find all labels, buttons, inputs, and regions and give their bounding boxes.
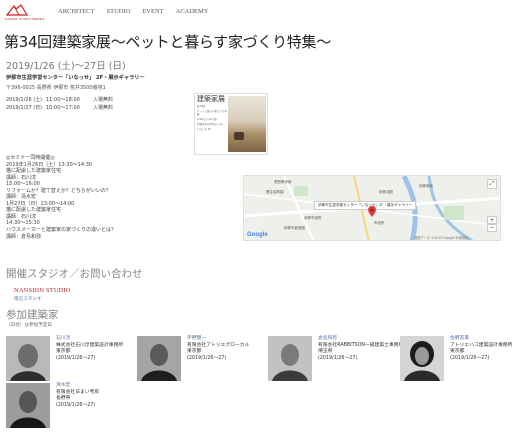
studio-sub-link[interactable]: 南信スタジオ (14, 296, 42, 302)
map-place: 伊那市創造館 (284, 226, 305, 230)
architect-photo[interactable] (400, 336, 444, 381)
map-place: 市役所 (374, 221, 385, 225)
map-place: 伊那市役所 (304, 216, 322, 220)
zoom-in-icon[interactable]: + (487, 216, 497, 224)
architect-dates: (2019/1/26〜27) (187, 355, 227, 361)
hours-fee: 入場無料 (93, 97, 114, 103)
zoom-out-icon[interactable]: − (487, 224, 497, 232)
nav-event[interactable]: EVENT (142, 8, 163, 15)
nav-studio[interactable]: STUDIO (106, 8, 130, 15)
hours-row: 2019/1/26 (土) 11:00〜18:00 入場無料 (6, 96, 113, 104)
event-flyer-image[interactable]: 建築家展 第34回 ペットと暮らす家づくり特集 1/26(土)〜27(日) 伊那… (194, 93, 268, 155)
hours-fee: 入場無料 (93, 105, 114, 111)
seminar-line: 講師：倉島和弥 (6, 233, 42, 240)
architect-dates: (2019/1/26〜27) (56, 402, 96, 408)
architect-info: 清水宏 有限会社日まい考房 長野県 (2019/1/26〜27) (56, 383, 99, 428)
architect-card[interactable]: 石川淳 株式会社石川淳建築設計事務所 東京都 (2019/1/26〜27) (6, 336, 123, 381)
architect-region: 東京都 (56, 349, 71, 355)
architect-name[interactable]: 倉島和弥 (318, 336, 403, 343)
logo-text: NASHIN STUDIO SERIES (5, 17, 45, 21)
map-brand: Google (247, 232, 268, 238)
flyer-line: ペットと暮らす家づくり特集 (197, 110, 227, 116)
seminar-line: ハウスメーカーと建築家の家づくりの違いとは？ (6, 227, 117, 234)
architect-info: 佐野友美 アトリエハコ建築設計事務所 東京都 (2019/1/26〜27) (450, 336, 512, 381)
flyer-line: 第34回 (197, 105, 206, 108)
studio-section-heading: 開催スタジオ／お問い合わせ (6, 268, 143, 280)
event-date: 2019/1/26 (土)〜27日 (日) (6, 61, 126, 72)
logo-mark-icon (5, 4, 29, 16)
architect-info: 宇野健一 有限会社アトリエグローカル 東京都 (2019/1/26〜27) (187, 336, 249, 381)
site-logo[interactable]: NASHIN STUDIO SERIES (5, 4, 49, 22)
page-title: 第34回建築家展〜ペットと暮らす家づくり特集〜 (4, 33, 331, 51)
hours-row: 2019/1/27 (日) 10:00〜17:00 入場無料 (6, 104, 113, 112)
hours-time: 10:00〜17:00 (46, 105, 80, 111)
location-map[interactable]: 伊那市生涯学習センター「いなっせ」2F・展示ギャラリー 長野県伊那 養生保育園 … (243, 175, 501, 241)
map-marker-icon[interactable] (368, 206, 376, 217)
architect-card[interactable]: 清水宏 有限会社日まい考房 長野県 (2019/1/26〜27) (6, 383, 99, 428)
architect-region: 東京都 (450, 349, 465, 355)
architect-name[interactable]: 清水宏 (56, 383, 99, 390)
flyer-line: 伊那市生涯学習センター (197, 123, 225, 126)
architect-dates: (2019/1/26〜27) (318, 355, 358, 361)
flyer-line: 1/26(土)〜27(日) (197, 118, 218, 121)
architect-card[interactable]: 佐野友美 アトリエハコ建築設計事務所 東京都 (2019/1/26〜27) (400, 336, 512, 381)
architect-region: 埼玉県 (318, 349, 333, 355)
flyer-interior-photo (228, 96, 266, 152)
architect-photo[interactable] (137, 336, 181, 381)
architect-photo[interactable] (268, 336, 312, 381)
flyer-line: いなっせ 2F (197, 128, 211, 131)
main-nav: ARCHITECT STUDIO EVENT ACADEMY (58, 8, 209, 15)
studio-name-link[interactable]: NANSHIN STUDIO (14, 287, 71, 294)
architect-info: 石川淳 株式会社石川淳建築設計事務所 東京都 (2019/1/26〜27) (56, 336, 123, 381)
architect-dates: (2019/1/26〜27) (450, 355, 490, 361)
map-place: 伊那北駅 (379, 190, 393, 194)
flyer-headline: 建築家展 (197, 95, 225, 103)
hours-day: 2019/1/27 (日) (6, 105, 43, 111)
architect-region: 東京都 (187, 349, 202, 355)
nav-academy[interactable]: ACADEMY (176, 8, 209, 15)
hours-day: 2019/1/26 (土) (6, 97, 43, 103)
map-footer[interactable]: 地図データ ©2019 Google 利用規約 (414, 235, 468, 240)
architects-note: （日付）は参加予定日 (6, 323, 52, 328)
map-place-label[interactable]: 伊那市生涯学習センター「いなっせ」2F・展示ギャラリー (314, 201, 417, 210)
map-place: 長野県伊那 (274, 180, 292, 184)
architect-card[interactable]: 宇野健一 有限会社アトリエグローカル 東京都 (2019/1/26〜27) (137, 336, 249, 381)
flyer-text: 建築家展 第34回 ペットと暮らす家づくり特集 1/26(土)〜27(日) 伊那… (197, 96, 227, 152)
event-address: 〒396-0025 長野県 伊那市 荒井3500番地1 (6, 85, 106, 91)
map-place: 養生保育園 (266, 190, 284, 194)
architect-dates: (2019/1/26〜27) (56, 355, 96, 361)
architect-card[interactable]: 倉島和弥 有限会社RABBITSON一級建築士事務所 埼玉県 (2019/1/2… (268, 336, 403, 381)
fullscreen-icon[interactable]: ⤢ (487, 179, 497, 189)
hours-time: 11:00〜18:00 (46, 97, 80, 103)
event-venue: 伊那市生涯学習センター「いなっせ」 2F・展示ギャラリー (6, 75, 145, 81)
architect-photo[interactable] (6, 383, 50, 428)
architect-region: 長野県 (56, 396, 71, 402)
architects-section-heading: 参加建築家 (6, 309, 59, 321)
map-place: 伊那食品 (419, 184, 433, 188)
architect-name[interactable]: 宇野健一 (187, 336, 249, 343)
event-hours: 2019/1/26 (土) 11:00〜18:00 入場無料 2019/1/27… (6, 96, 113, 112)
nav-architect[interactable]: ARCHITECT (58, 8, 94, 15)
architect-photo[interactable] (6, 336, 50, 381)
architect-name[interactable]: 石川淳 (56, 336, 123, 343)
architect-name[interactable]: 佐野友美 (450, 336, 512, 343)
seminar-info: ◎セミナー同時開催◎ 2019年1月26日（土）13:30〜14:30 猫に配慮… (6, 155, 116, 240)
architect-info: 倉島和弥 有限会社RABBITSON一級建築士事務所 埼玉県 (2019/1/2… (318, 336, 403, 381)
